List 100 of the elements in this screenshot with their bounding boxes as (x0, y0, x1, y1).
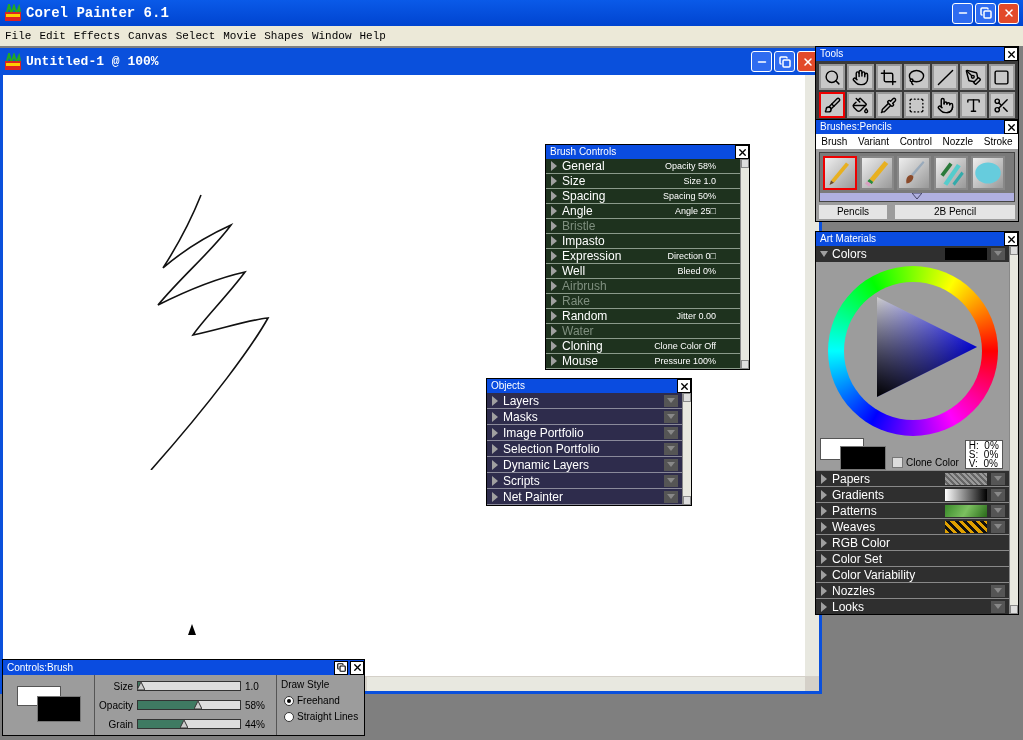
expand-arrow-icon[interactable] (820, 537, 828, 548)
section-row[interactable]: Colors (816, 246, 1009, 262)
close-button[interactable] (735, 145, 749, 159)
section-row[interactable]: Dynamic Layers (487, 457, 682, 473)
tool-button[interactable] (875, 92, 902, 118)
color-swatches[interactable] (820, 438, 886, 470)
menu-item[interactable]: Select (172, 27, 219, 45)
restore-button[interactable] (334, 660, 348, 675)
menu-item[interactable]: Nozzle (942, 136, 974, 147)
close-button[interactable] (677, 379, 691, 393)
expand-arrow-icon[interactable] (491, 491, 499, 502)
checkbox[interactable] (892, 457, 903, 468)
section-row[interactable]: Looks (816, 598, 1009, 614)
menu-item[interactable]: Variant (858, 136, 889, 147)
paper-swatch[interactable] (945, 472, 987, 485)
slider-track[interactable] (137, 681, 241, 691)
section-row[interactable]: Expression Direction 0□ (546, 249, 740, 264)
section-row[interactable]: Image Portfolio (487, 425, 682, 441)
slider-track[interactable] (137, 719, 241, 729)
gradient-swatch[interactable] (945, 488, 987, 501)
scrollbar[interactable] (682, 393, 691, 505)
expand-arrow-icon[interactable] (491, 443, 499, 454)
tool-button[interactable] (932, 92, 959, 118)
menu-item[interactable]: Control (899, 136, 932, 147)
brush-variant-button[interactable] (897, 156, 931, 190)
section-row[interactable]: Mouse Pressure 100% (546, 354, 740, 369)
color-triangle[interactable] (875, 295, 979, 399)
section-row[interactable]: Cloning Clone Color Off (546, 339, 740, 354)
expand-arrow-icon[interactable] (491, 427, 499, 438)
section-row[interactable]: Scripts (487, 473, 682, 489)
section-row[interactable]: Gradients (816, 486, 1009, 502)
tool-button[interactable] (847, 92, 874, 118)
expand-arrow-icon[interactable] (820, 473, 828, 484)
expand-arrow-icon[interactable] (820, 505, 828, 516)
pattern-swatch[interactable] (945, 504, 987, 517)
section-row[interactable]: Weaves (816, 518, 1009, 534)
section-row[interactable]: Spacing Spacing 50% (546, 189, 740, 204)
menu-item[interactable]: Window (308, 27, 355, 45)
close-button[interactable] (1004, 47, 1018, 61)
radio-button[interactable] (284, 695, 294, 706)
expand-arrow-icon[interactable] (820, 249, 828, 259)
menu-item[interactable]: Edit (36, 27, 69, 45)
color-swatches[interactable] (16, 686, 81, 724)
brush-variant-button[interactable] (971, 156, 1005, 190)
expand-arrow-icon[interactable] (820, 569, 828, 580)
brush-variant-button[interactable] (823, 156, 857, 190)
section-row[interactable]: Random Jitter 0.00 (546, 309, 740, 324)
tool-button[interactable] (819, 64, 846, 90)
brush-variant-button[interactable] (934, 156, 968, 190)
expand-arrow-icon[interactable] (820, 489, 828, 500)
tool-button[interactable] (988, 92, 1015, 118)
expand-arrow-icon[interactable] (491, 395, 499, 406)
section-row[interactable]: Layers (487, 393, 682, 409)
brush-variant-button[interactable] (860, 156, 894, 190)
tool-button[interactable] (988, 64, 1015, 90)
menu-item[interactable]: File (2, 27, 35, 45)
menu-item[interactable]: Shapes (261, 27, 307, 45)
scrollbar[interactable] (1009, 246, 1018, 614)
close-button[interactable] (1004, 232, 1018, 246)
section-row[interactable]: Net Painter (487, 489, 682, 505)
section-row[interactable]: Color Variability (816, 566, 1009, 582)
section-row[interactable]: General Opacity 58% (546, 159, 740, 174)
tool-button[interactable] (932, 64, 959, 90)
menu-item[interactable]: Stroke (983, 136, 1013, 147)
section-row[interactable]: Color Set (816, 550, 1009, 566)
tool-button[interactable] (875, 64, 902, 90)
section-row[interactable]: Nozzles (816, 582, 1009, 598)
expand-arrow-icon[interactable] (820, 553, 828, 564)
section-row[interactable]: Papers (816, 470, 1009, 486)
slider-thumb[interactable] (137, 682, 146, 690)
radio-button[interactable] (284, 711, 294, 722)
menu-item[interactable]: Effects (70, 27, 124, 45)
current-color-swatch[interactable] (945, 248, 987, 260)
minimize-button[interactable] (751, 51, 772, 72)
weave-swatch[interactable] (945, 520, 987, 533)
expand-arrow-icon[interactable] (491, 411, 499, 422)
slider-track[interactable] (137, 700, 241, 710)
tool-button[interactable] (960, 92, 987, 118)
tool-button[interactable] (960, 64, 987, 90)
expand-arrow-icon[interactable] (820, 585, 828, 596)
close-button[interactable] (350, 660, 364, 675)
section-row[interactable]: Selection Portfolio (487, 441, 682, 457)
close-button[interactable] (1004, 120, 1018, 134)
tool-button[interactable] (819, 92, 846, 118)
minimize-button[interactable] (952, 2, 973, 24)
scrollbar[interactable] (740, 159, 749, 369)
slider-thumb[interactable] (194, 701, 203, 709)
section-row[interactable]: Size Size 1.0 (546, 174, 740, 189)
section-row[interactable]: Impasto (546, 234, 740, 249)
expand-arrow-icon[interactable] (820, 521, 828, 532)
section-row[interactable]: RGB Color (816, 534, 1009, 550)
tool-button[interactable] (903, 92, 931, 118)
menu-item[interactable]: Brush (821, 136, 848, 147)
expand-arrow-icon[interactable] (820, 601, 828, 612)
section-row[interactable]: Angle Angle 25□ (546, 204, 740, 219)
section-row[interactable]: Masks (487, 409, 682, 425)
tool-button[interactable] (847, 64, 874, 90)
section-row[interactable]: Well Bleed 0% (546, 264, 740, 279)
brush-variant-field[interactable]: 2B Pencil (895, 205, 1015, 219)
tool-button[interactable] (903, 64, 931, 90)
